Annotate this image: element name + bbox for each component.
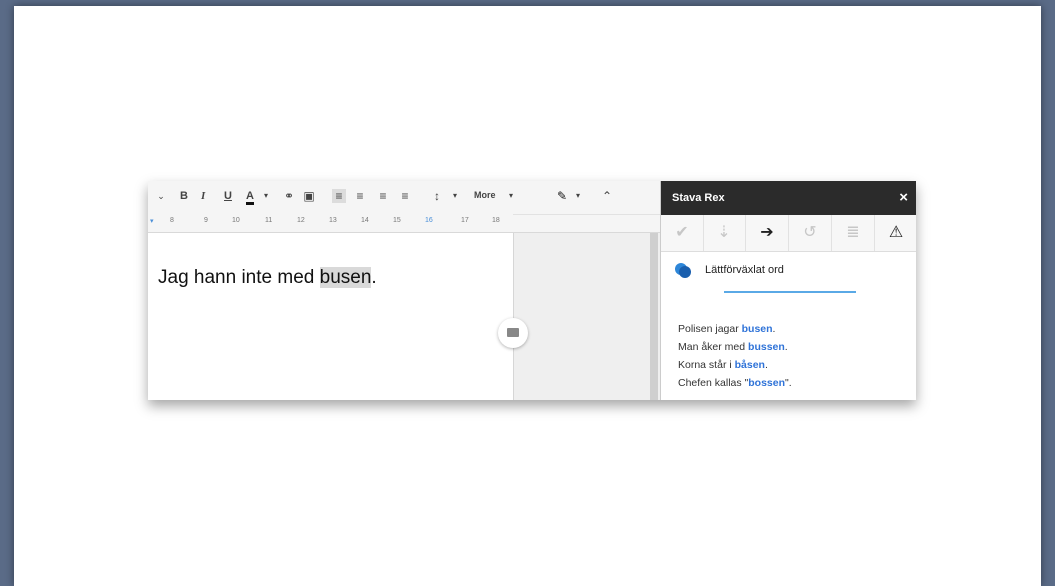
more-button[interactable]: More — [474, 190, 496, 200]
example-text: Korna står i — [678, 359, 735, 371]
ruler-mark: 15 — [393, 217, 401, 224]
ruler-mark: 8 — [170, 217, 174, 224]
align-justify-icon[interactable]: ≡ — [398, 189, 412, 203]
example-word[interactable]: bossen — [748, 377, 785, 389]
example-text: . — [784, 341, 788, 353]
app-window: ⌄ B I U A ▾ ⚭ ▣ ≡ ≡ ≡ ≡ ↕ ▾ More ▾ ▾ 8 9… — [148, 181, 916, 400]
chevron-down-icon[interactable]: ▾ — [448, 189, 462, 203]
collapse-toolbar-icon[interactable]: ⌃ — [600, 189, 614, 203]
error-category: Lättförväxlat ord — [705, 264, 784, 276]
dictionary-icon[interactable]: ≣ — [832, 215, 875, 251]
sidebar-title: Stava Rex — [672, 192, 725, 204]
page-margin — [513, 233, 661, 400]
document-page[interactable] — [148, 233, 513, 400]
ruler-mark: 18 — [492, 217, 500, 224]
italic-button[interactable]: I — [201, 190, 205, 202]
example-word[interactable]: bussen — [748, 341, 785, 353]
scrollbar[interactable] — [650, 233, 658, 400]
bold-button[interactable]: B — [180, 190, 188, 202]
example-word[interactable]: busen — [742, 323, 773, 335]
example-sentence: Korna står i båsen. — [678, 356, 792, 374]
example-sentence: Man åker med bussen. — [678, 338, 792, 356]
ruler-mark: 10 — [232, 217, 240, 224]
example-sentence: Polisen jagar busen. — [678, 320, 792, 338]
example-word[interactable]: båsen — [735, 359, 765, 371]
chevron-down-icon[interactable]: ⌄ — [154, 189, 168, 203]
ruler-mark: 9 — [204, 217, 208, 224]
ruler-mark: 16 — [425, 217, 433, 224]
highlighted-word[interactable]: busen — [319, 267, 372, 288]
ruler: ▾ 8 9 10 11 12 13 14 15 16 17 18 — [148, 214, 660, 233]
example-text: Man åker med — [678, 341, 749, 353]
text-color-button[interactable]: A — [246, 190, 254, 205]
chevron-down-icon[interactable]: ▾ — [259, 189, 273, 203]
ruler-indent-marker[interactable]: ▾ — [150, 217, 154, 225]
example-sentence: Chefen kallas "bossen". — [678, 374, 792, 392]
comment-icon — [507, 328, 519, 337]
sidebar-panel: Stava Rex × ✔ ⇣ ➔ ↺ ≣ ⚠ Lättförväxlat or… — [660, 181, 916, 400]
text-run: Jag hann inte med — [158, 267, 320, 288]
comment-icon[interactable]: ▣ — [302, 189, 316, 203]
ruler-mark: 13 — [329, 217, 337, 224]
category-underline — [724, 291, 856, 293]
example-text: Polisen jagar — [678, 323, 742, 335]
category-badge-icon — [675, 263, 691, 278]
sidebar-toolbar: ✔ ⇣ ➔ ↺ ≣ ⚠ — [661, 215, 916, 252]
chevron-down-icon[interactable]: ▾ — [571, 189, 585, 203]
check-icon[interactable]: ✔ — [661, 215, 704, 251]
document-text[interactable]: Jag hann inte med busen. — [158, 267, 377, 289]
example-text: ". — [785, 377, 792, 389]
sidebar-header: Stava Rex × — [661, 181, 916, 215]
undo-icon[interactable]: ↺ — [789, 215, 832, 251]
ruler-mark: 11 — [265, 217, 273, 224]
example-text: . — [772, 323, 776, 335]
example-text: Chefen kallas " — [678, 377, 749, 389]
align-right-icon[interactable]: ≡ — [376, 189, 390, 203]
align-left-icon[interactable]: ≡ — [332, 189, 346, 203]
example-list: Polisen jagar busen. Man åker med bussen… — [678, 320, 792, 392]
list-icon[interactable]: ⇣ — [703, 215, 746, 251]
pen-icon[interactable]: ✎ — [555, 189, 569, 203]
line-spacing-icon[interactable]: ↕ — [430, 189, 444, 203]
text-run: . — [371, 267, 377, 288]
link-icon[interactable]: ⚭ — [282, 189, 296, 203]
underline-button[interactable]: U — [224, 190, 232, 202]
ruler-mark: 14 — [361, 217, 369, 224]
align-center-icon[interactable]: ≡ — [353, 189, 367, 203]
add-comment-button[interactable] — [498, 318, 528, 348]
example-text: . — [764, 359, 768, 371]
next-arrow-icon[interactable]: ➔ — [746, 215, 789, 251]
ruler-mark: 12 — [297, 217, 305, 224]
close-icon[interactable]: × — [899, 189, 908, 206]
document-area: ⌄ B I U A ▾ ⚭ ▣ ≡ ≡ ≡ ≡ ↕ ▾ More ▾ ▾ 8 9… — [148, 181, 661, 400]
toolbar-right: ✎ ▾ ⌃ — [513, 181, 660, 215]
ruler-mark: 17 — [461, 217, 469, 224]
settings-icon[interactable]: ⚠ — [875, 215, 916, 251]
